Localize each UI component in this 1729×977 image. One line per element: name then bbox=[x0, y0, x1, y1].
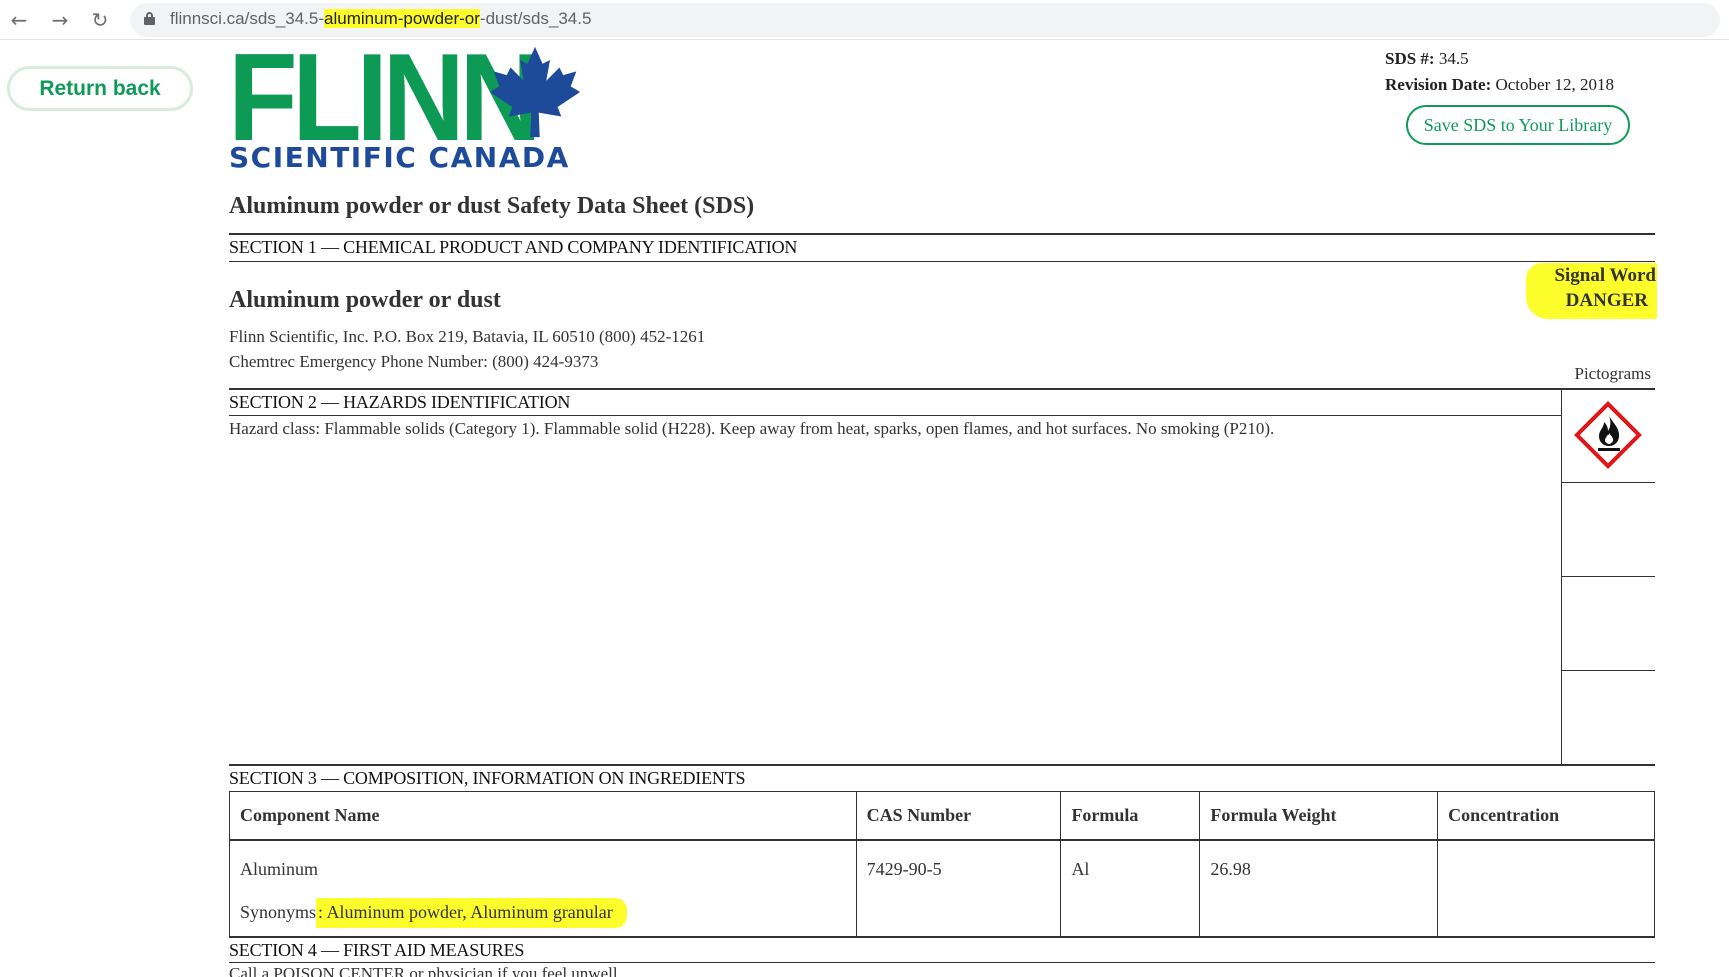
return-back-button[interactable]: Return back bbox=[7, 66, 193, 111]
reload-icon[interactable]: ↻ bbox=[86, 6, 114, 34]
pictogram-column bbox=[1561, 389, 1655, 764]
pictogram-cell bbox=[1562, 671, 1655, 764]
maple-leaf-icon bbox=[489, 46, 581, 138]
synonyms-value: : Aluminum powder, Aluminum granular bbox=[316, 897, 627, 928]
table-header-row: Component Name CAS Number Formula Formul… bbox=[229, 791, 1655, 841]
arrow-left-icon[interactable]: ← bbox=[5, 6, 33, 34]
section-divider bbox=[229, 936, 1655, 938]
component-name: Aluminum bbox=[240, 858, 319, 879]
section-divider bbox=[229, 388, 1655, 390]
revision-date-value: October 12, 2018 bbox=[1495, 75, 1614, 94]
column-header: CAS Number bbox=[855, 791, 1062, 841]
first-aid-text: Call a POISON CENTER or physician if you… bbox=[229, 964, 622, 977]
column-header: Formula bbox=[1060, 791, 1201, 841]
page-title: Aluminum powder or dust Safety Data Shee… bbox=[229, 193, 755, 219]
sds-meta: SDS #: 34.5 Revision Date: October 12, 2… bbox=[1385, 46, 1614, 98]
lock-icon[interactable] bbox=[144, 12, 155, 25]
section-divider bbox=[229, 415, 1561, 416]
section-divider bbox=[229, 261, 1655, 262]
formula-weight-cell: 26.98 bbox=[1199, 839, 1439, 938]
synonyms-line: Synonyms: Aluminum powder, Aluminum gran… bbox=[240, 897, 846, 928]
pictogram-cell bbox=[1562, 483, 1655, 577]
arrow-right-icon[interactable]: → bbox=[46, 6, 74, 34]
url-prefix: flinnsci.ca/sds_34.5- bbox=[170, 9, 325, 28]
revision-date-label: Revision Date: bbox=[1385, 75, 1492, 94]
product-name: Aluminum powder or dust bbox=[229, 287, 501, 313]
synonyms-label: Synonyms bbox=[240, 901, 317, 922]
column-header: Formula Weight bbox=[1199, 791, 1439, 841]
section-divider bbox=[229, 764, 1655, 766]
url-text[interactable]: flinnsci.ca/sds_34.5-aluminum-powder-or-… bbox=[170, 9, 591, 29]
concentration-cell bbox=[1437, 839, 1655, 938]
section3-heading: SECTION 3 — COMPOSITION, INFORMATION ON … bbox=[229, 768, 746, 788]
formula-cell: Al bbox=[1060, 839, 1201, 938]
pictogram-cell bbox=[1562, 577, 1655, 671]
company-info: Flinn Scientific, Inc. P.O. Box 219, Bat… bbox=[229, 327, 706, 346]
pictograms-label: Pictograms bbox=[1574, 364, 1652, 383]
save-sds-button[interactable]: Save SDS to Your Library bbox=[1406, 105, 1630, 145]
column-header: Concentration bbox=[1437, 791, 1655, 841]
table-row: Aluminum Synonyms: Aluminum powder, Alum… bbox=[229, 839, 1655, 938]
section1-heading: SECTION 1 — CHEMICAL PRODUCT AND COMPANY… bbox=[229, 237, 798, 257]
hazard-statement: Hazard class: Flammable solids (Category… bbox=[229, 419, 1275, 438]
section4-heading: SECTION 4 — FIRST AID MEASURES bbox=[229, 940, 525, 960]
pictogram-cell bbox=[1562, 389, 1655, 483]
flame-pictogram-icon bbox=[1598, 415, 1620, 451]
section-divider bbox=[229, 233, 1655, 235]
component-cell: Aluminum Synonyms: Aluminum powder, Alum… bbox=[229, 839, 857, 938]
signal-word-label: Signal Word bbox=[1554, 265, 1656, 286]
section-divider bbox=[229, 962, 1655, 963]
section2-heading: SECTION 2 — HAZARDS IDENTIFICATION bbox=[229, 392, 571, 412]
emergency-phone: Chemtrec Emergency Phone Number: (800) 4… bbox=[229, 352, 599, 371]
logo-subtitle: SCIENTIFIC CANADA bbox=[229, 141, 570, 174]
column-header: Component Name bbox=[229, 791, 857, 841]
signal-word-value: DANGER bbox=[1565, 290, 1648, 311]
url-suffix: -dust/sds_34.5 bbox=[479, 9, 592, 28]
cas-number-cell: 7429-90-5 bbox=[855, 839, 1062, 938]
url-highlight: aluminum-powder-or bbox=[324, 9, 480, 28]
sds-number-value: 34.5 bbox=[1438, 49, 1469, 68]
composition-table: Component Name CAS Number Formula Formul… bbox=[229, 791, 1655, 938]
sds-number-label: SDS #: bbox=[1385, 49, 1435, 68]
